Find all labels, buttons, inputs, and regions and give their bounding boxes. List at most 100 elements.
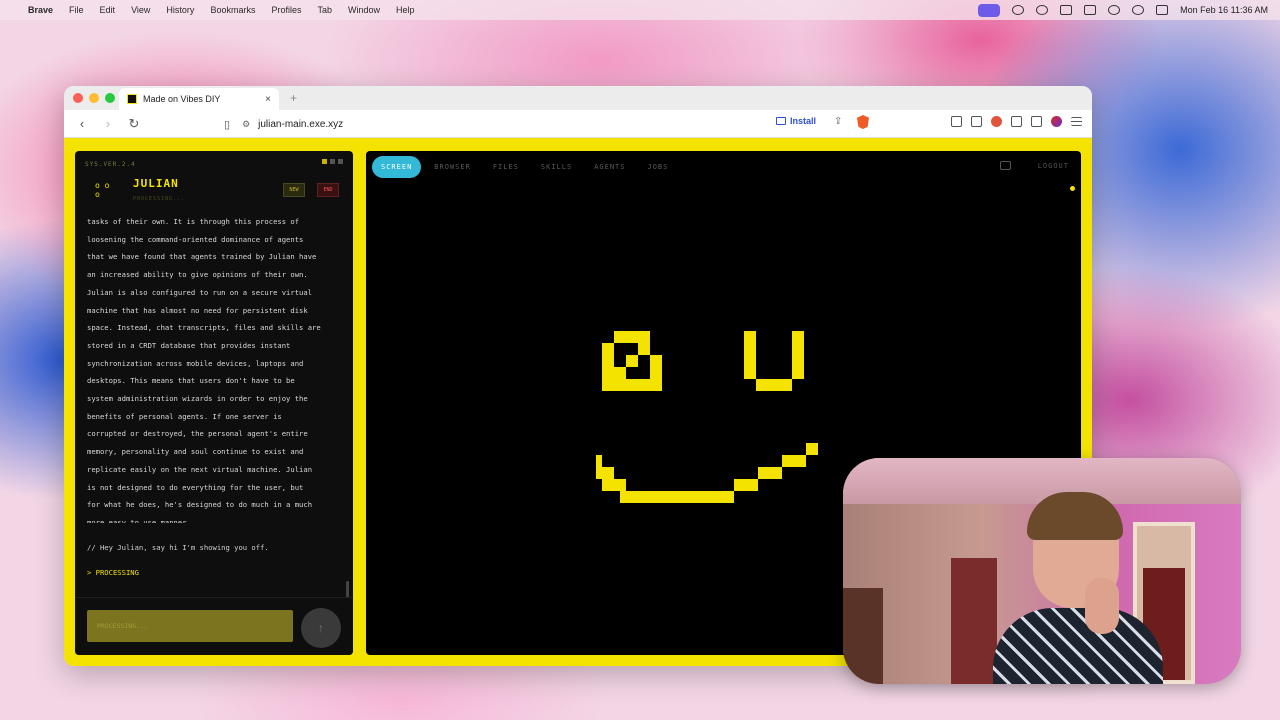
presenter-hand — [1085, 578, 1119, 634]
brave-shields-icon[interactable] — [857, 115, 869, 129]
new-session-button[interactable]: NEW — [283, 183, 305, 197]
sidebar-icon[interactable] — [1031, 116, 1042, 127]
transcript-line: loosening the command-oriented dominance… — [87, 234, 304, 244]
menu-edit[interactable]: Edit — [100, 5, 116, 15]
smile-mouth — [596, 443, 818, 503]
right-eye — [744, 331, 804, 391]
end-session-button[interactable]: END — [317, 183, 339, 197]
send-button[interactable]: ↑ — [301, 608, 341, 648]
transcript-line: system administration wizards in order t… — [87, 394, 308, 404]
transcript-line: for what he does, he's designed to do mu… — [87, 500, 313, 510]
menu-tab[interactable]: Tab — [317, 5, 332, 15]
battery-icon[interactable] — [1084, 5, 1097, 15]
minimize-window-button[interactable] — [89, 93, 99, 103]
rewards-icon[interactable] — [991, 116, 1002, 127]
site-info-icon[interactable]: ⚙ — [242, 119, 250, 130]
screen-tabs: SCREEN BROWSER FILES SKILLS AGENTS JOBS — [372, 156, 677, 178]
transcript-line: replicate easily on the next virtual mac… — [87, 464, 313, 474]
transcript-line: memory, personality and soul continue to… — [87, 447, 304, 457]
processing-indicator: > PROCESSING — [87, 568, 139, 577]
presenter-hair — [1027, 492, 1123, 540]
panel-indicator-dots — [322, 159, 343, 164]
stack-icon[interactable] — [1060, 5, 1073, 15]
display-icon[interactable] — [1000, 161, 1011, 170]
transcript-line: is not designed to do everything for the… — [87, 482, 304, 492]
browser-tab[interactable]: Made on Vibes DIY × — [119, 88, 279, 110]
transcript-line: stored in a CRDT database that provides … — [87, 340, 291, 350]
extension-icon[interactable] — [951, 116, 962, 127]
transcript-line: machine that has almost no need for pers… — [87, 305, 308, 315]
menu-window[interactable]: Window — [348, 5, 380, 15]
webcam-door-left — [951, 558, 997, 684]
chat-input[interactable]: PROCESSING... — [87, 610, 293, 642]
menu-help[interactable]: Help — [396, 5, 415, 15]
logout-button[interactable]: LOGOUT — [1038, 162, 1069, 170]
agent-status: PROCESSING... — [133, 196, 186, 202]
menu-view[interactable]: View — [131, 5, 150, 15]
transcript-line: space. Instead, chat transcripts, files … — [87, 323, 321, 333]
chat-input-bar: PROCESSING... ↑ — [75, 597, 353, 655]
menubar-clock[interactable]: Mon Feb 16 11:36 AM — [1180, 5, 1268, 15]
window-controls — [73, 93, 115, 103]
share-icon[interactable]: ⇪ — [834, 116, 842, 127]
presenter — [993, 488, 1163, 684]
presenter-sweater — [993, 608, 1163, 684]
menu-file[interactable]: File — [69, 5, 84, 15]
status-dot — [1070, 186, 1075, 191]
menu-profiles[interactable]: Profiles — [271, 5, 301, 15]
control-center-icon[interactable] — [1156, 5, 1169, 15]
bookmark-icon[interactable]: ▯ — [224, 118, 230, 131]
install-button[interactable]: Install — [776, 116, 816, 126]
close-tab-icon[interactable]: × — [265, 94, 271, 105]
search-icon[interactable] — [1132, 5, 1145, 15]
tab-skills[interactable]: SKILLS — [532, 156, 581, 178]
transcript-line: corrupted or destroyed, the personal age… — [87, 429, 308, 439]
webcam-overlay — [843, 458, 1241, 684]
agent-chat-panel: SYS.VER.2.4 o o o JULIAN PROCESSING... N… — [75, 151, 353, 655]
puzzle-icon[interactable] — [1011, 116, 1022, 127]
send-icon: ↑ — [318, 621, 324, 635]
site-favicon — [127, 94, 137, 104]
hamburger-menu-icon[interactable] — [1071, 117, 1082, 126]
install-label: Install — [790, 116, 817, 126]
back-icon[interactable]: ‹ — [74, 116, 90, 131]
tab-agents[interactable]: AGENTS — [585, 156, 634, 178]
new-tab-icon[interactable]: + — [290, 91, 297, 105]
left-eye — [602, 331, 662, 391]
tab-files[interactable]: FILES — [484, 156, 528, 178]
transcript-line: synchronization across mobile devices, l… — [87, 358, 304, 368]
pixel-smiley-face — [596, 331, 818, 503]
webcam-shelf — [843, 588, 883, 684]
vpn-icon[interactable] — [1036, 5, 1049, 15]
agent-name: JULIAN — [133, 177, 179, 190]
tab-jobs[interactable]: JOBS — [638, 156, 677, 178]
screenshot-icon[interactable] — [971, 116, 982, 127]
transcript-line: desktops. This means that users don't ha… — [87, 376, 295, 386]
reload-icon[interactable]: ↻ — [126, 116, 142, 132]
menu-history[interactable]: History — [166, 5, 194, 15]
menu-bookmarks[interactable]: Bookmarks — [210, 5, 255, 15]
tab-browser[interactable]: BROWSER — [425, 156, 480, 178]
url-text[interactable]: julian-main.exe.xyz — [258, 119, 343, 130]
address-bar[interactable]: ▯ ⚙ julian-main.exe.xyz — [224, 114, 864, 134]
install-icon — [776, 117, 786, 125]
macos-menubar: Brave File Edit View History Bookmarks P… — [0, 0, 1280, 20]
brightness-icon[interactable] — [1012, 5, 1025, 15]
browser-toolbar: ‹ › ↻ ▯ ⚙ julian-main.exe.xyz Install ⇪ — [64, 110, 1092, 138]
record-icon[interactable] — [978, 3, 1001, 17]
wifi-icon[interactable] — [1108, 5, 1121, 15]
user-message: // Hey Julian, say hi I'm showing you of… — [87, 543, 269, 552]
chat-transcript[interactable]: tasks of their own. It is through this p… — [87, 213, 343, 523]
forward-icon[interactable]: › — [100, 116, 116, 131]
tab-title: Made on Vibes DIY — [143, 94, 221, 104]
transcript-line: an increased ability to give opinions of… — [87, 270, 308, 280]
tab-screen[interactable]: SCREEN — [372, 156, 422, 178]
toolbar-right-icons — [951, 116, 1082, 127]
menubar-status-area: Mon Feb 16 11:36 AM — [978, 0, 1268, 20]
brave-vpn-icon[interactable] — [1051, 116, 1062, 127]
transcript-line: tasks of their own. It is through this p… — [87, 217, 300, 226]
close-window-button[interactable] — [73, 93, 83, 103]
system-version: SYS.VER.2.4 — [85, 161, 136, 168]
zoom-window-button[interactable] — [105, 93, 115, 103]
menubar-app-name[interactable]: Brave — [28, 5, 53, 15]
